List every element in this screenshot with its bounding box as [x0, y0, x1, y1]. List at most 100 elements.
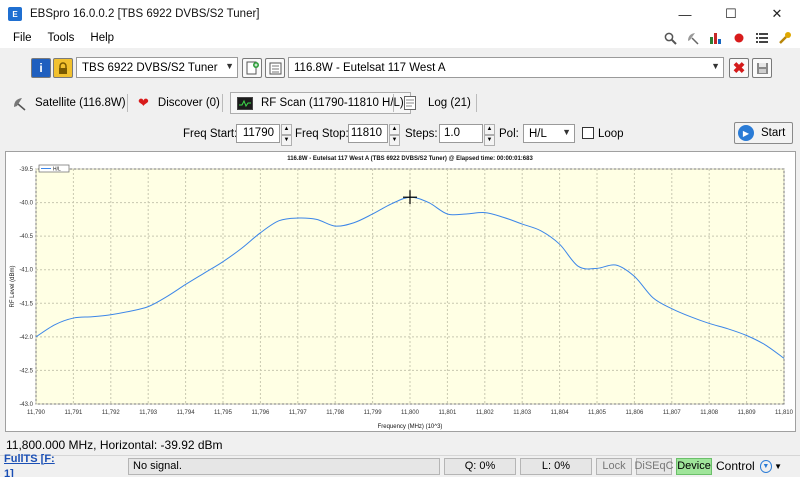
tab-log[interactable]: Log (21): [404, 92, 471, 114]
close-button[interactable]: ✕: [754, 0, 800, 28]
x-tick-label: 11,797: [289, 410, 308, 416]
lock-indicator: Lock: [596, 458, 632, 475]
y-tick-label: -39.5: [19, 167, 33, 173]
freq-start-label: Freq Start:: [183, 128, 238, 140]
x-tick-label: 11,808: [700, 410, 719, 416]
add-document-icon: [246, 61, 259, 75]
info-icon: i: [39, 61, 43, 75]
search-icon[interactable]: [663, 30, 677, 46]
x-tick-label: 11,804: [551, 410, 570, 416]
delete-satellite-button[interactable]: ✖: [729, 58, 749, 78]
pol-select[interactable]: H/L ▼: [523, 124, 575, 143]
record-icon[interactable]: [732, 30, 746, 46]
freq-stop-input[interactable]: 11810: [348, 124, 388, 143]
fullts-link[interactable]: FullTS [F: 1]: [4, 453, 64, 477]
red-x-icon: ✖: [732, 60, 746, 77]
steps-input[interactable]: 1.0: [439, 124, 483, 143]
signal-status: No signal.: [128, 458, 440, 475]
settings-wrench-icon[interactable]: [778, 30, 792, 46]
chevron-down-circle-icon: ▼: [759, 460, 773, 473]
edit-table-icon: [269, 62, 281, 74]
freq-start-spinner[interactable]: ▲ ▼: [281, 124, 292, 146]
edit-satellite-button[interactable]: [265, 58, 285, 78]
cursor-readout: 11,800.000 MHz, Horizontal: -39.92 dBm: [6, 438, 223, 452]
satellite-dish-icon: [14, 97, 26, 111]
menu-tools[interactable]: Tools: [40, 32, 83, 44]
satellite-dish-icon[interactable]: [686, 30, 700, 46]
menu-help[interactable]: Help: [82, 32, 122, 44]
x-tick-label: 11,793: [139, 410, 158, 416]
freq-stop-spinner[interactable]: ▲ ▼: [389, 124, 400, 146]
y-tick-label: -41.5: [19, 301, 33, 307]
info-button[interactable]: i: [31, 58, 51, 78]
x-tick-label: 11,792: [102, 410, 121, 416]
toolbar-icons: [663, 30, 792, 46]
x-tick-label: 11,799: [364, 410, 383, 416]
x-tick-label: 11,807: [663, 410, 682, 416]
y-axis-label: RF Level (dBm): [10, 265, 16, 307]
x-tick-label: 11,795: [214, 410, 233, 416]
x-tick-label: 11,800: [401, 410, 420, 416]
dropdown-arrow-icon: ▼: [774, 462, 782, 471]
title-bar: E EBSpro 16.0.0.2 [TBS 6922 DVBS/S2 Tune…: [0, 0, 800, 28]
maximize-button[interactable]: ☐: [708, 0, 754, 28]
x-tick-label: 11,798: [326, 410, 345, 416]
tab-rf-scan[interactable]: RF Scan (11790-11810 H/L): [230, 92, 411, 114]
x-tick-label: 11,805: [588, 410, 607, 416]
loop-checkbox[interactable]: [582, 127, 594, 139]
list-icon[interactable]: [755, 30, 769, 46]
floppy-disk-icon: [756, 62, 768, 74]
padlock-icon: [59, 61, 67, 74]
tuner-select-value: TBS 6922 DVBS/S2 Tuner: [82, 61, 218, 74]
freq-stop-label: Freq Stop:: [295, 128, 349, 140]
save-button[interactable]: [752, 58, 772, 78]
tab-log-label: Log (21): [428, 97, 471, 109]
menu-file[interactable]: File: [5, 32, 40, 44]
x-tick-label: 11,809: [738, 410, 757, 416]
satellite-select-value: 116.8W - Eutelsat 117 West A: [294, 61, 446, 74]
scan-parameters: Freq Start: 11790 ▲ ▼ Freq Stop: 11810 ▲ ▼…: [0, 120, 800, 148]
quality-status: Q: 0%: [444, 458, 516, 475]
minimize-button[interactable]: —: [662, 0, 708, 28]
level-status: L: 0%: [520, 458, 592, 475]
tuner-select[interactable]: TBS 6922 DVBS/S2 Tuner ▼: [76, 57, 238, 78]
x-tick-label: 11,796: [251, 410, 270, 416]
chart-title: 116.8W - Eutelsat 117 West A (TBS 6922 D…: [287, 156, 533, 162]
y-tick-label: -40.5: [19, 234, 33, 240]
chevron-down-icon: ▼: [225, 61, 234, 71]
tab-rf-scan-label: RF Scan (11790-11810 H/L): [261, 97, 404, 109]
status-bar: FullTS [F: 1] No signal. Q: 0% L: 0% Loc…: [0, 453, 800, 477]
x-tick-label: 11,803: [513, 410, 532, 416]
tab-satellite[interactable]: Satellite (116.8W): [12, 92, 126, 114]
y-tick-label: -43.0: [19, 402, 33, 408]
y-tick-label: -42.5: [19, 368, 33, 374]
control-label: Control: [716, 459, 755, 473]
y-tick-label: -42.0: [19, 335, 33, 341]
control-menu[interactable]: Control ▼ ▼: [716, 458, 782, 475]
legend-label: H/L: [53, 167, 61, 173]
start-scan-label: Start: [761, 127, 786, 139]
y-tick-label: -41.0: [19, 268, 33, 274]
x-tick-label: 11,810: [775, 410, 794, 416]
x-tick-label: 11,801: [438, 410, 457, 416]
tab-discover[interactable]: ❤ Discover (0): [138, 92, 220, 114]
chevron-down-icon: ▼: [711, 61, 720, 71]
device-bar: i TBS 6922 DVBS/S2 Tuner ▼ 116.8W - Eute…: [0, 50, 800, 86]
tab-satellite-label: Satellite (116.8W): [35, 97, 126, 109]
pol-label: Pol:: [499, 128, 519, 140]
play-icon: ▶: [738, 125, 754, 141]
bar-chart-icon[interactable]: [709, 30, 723, 46]
log-document-icon: [404, 96, 416, 110]
x-tick-label: 11,794: [177, 410, 196, 416]
steps-spinner[interactable]: ▲ ▼: [484, 124, 495, 146]
start-scan-button[interactable]: ▶ Start: [734, 122, 793, 144]
oscilloscope-icon: [237, 96, 253, 110]
freq-start-input[interactable]: 11790: [236, 124, 280, 143]
lock-button[interactable]: [53, 58, 73, 78]
rf-scan-chart[interactable]: -39.5 -40.0 -40.5 -41.0 -41.5 -42.0 -42.5 -43.0…: [5, 151, 796, 432]
tab-divider: [476, 94, 477, 112]
x-tick-label: 11,790: [27, 410, 46, 416]
x-tick-label: 11,806: [625, 410, 644, 416]
add-satellite-button[interactable]: [242, 58, 262, 78]
satellite-select[interactable]: 116.8W - Eutelsat 117 West A ▼: [288, 57, 724, 78]
